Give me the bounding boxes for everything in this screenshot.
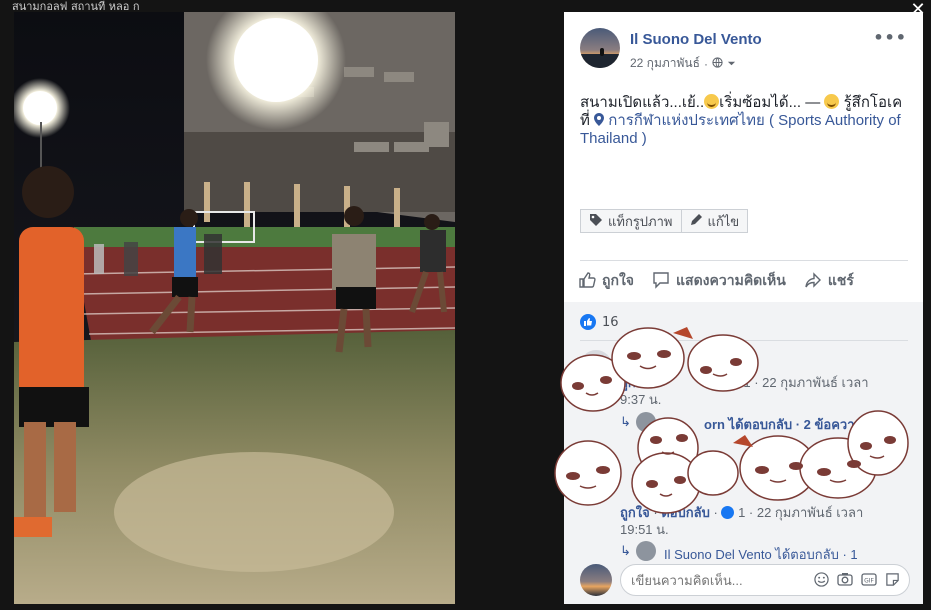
action-bar: ถูกใจ แสดงความคิดเห็น แชร์ xyxy=(578,270,854,292)
comment-like-count: 1 xyxy=(743,375,751,390)
my-avatar xyxy=(580,564,612,596)
comment-time-cont: 9:37 น. xyxy=(620,392,662,407)
meta-separator: · xyxy=(703,56,708,71)
stadium-photo xyxy=(14,12,455,604)
location-pin-icon xyxy=(594,112,608,129)
post-panel: Il Suono Del Vento 22 กุมภาพันธ์ · ••• ส… xyxy=(564,12,923,604)
comment-like-link[interactable]: ถูกใจ xyxy=(620,375,650,390)
comment-time[interactable]: 22 กุมภาพันธ์ เวลา xyxy=(757,505,863,520)
feeling-emoji-icon xyxy=(824,94,840,109)
location-link[interactable]: การกีฬาแห่งประเทศไทย ( Sports Authority … xyxy=(580,112,901,147)
privacy-dropdown-icon[interactable] xyxy=(727,57,736,71)
reactions-summary[interactable]: 16 xyxy=(580,314,619,330)
globe-icon[interactable] xyxy=(712,56,723,71)
comment-time[interactable]: 22 กุมภาพันธ์ เวลา xyxy=(762,375,868,390)
replier-avatar xyxy=(636,412,656,432)
like-reaction-icon xyxy=(580,314,596,330)
post-photo xyxy=(14,12,455,604)
replier-avatar xyxy=(636,541,656,561)
share-label: แชร์ xyxy=(827,272,854,288)
svg-text:GIF: GIF xyxy=(864,578,874,585)
like-button[interactable]: ถูกใจ xyxy=(578,270,634,292)
reply-arrow-icon: ↳ xyxy=(620,415,631,430)
author-name[interactable]: Il Suono Del Vento xyxy=(630,31,762,48)
reply-arrow-icon: ↳ xyxy=(620,544,631,559)
comment-like-count: 1 xyxy=(738,505,746,520)
share-icon xyxy=(804,271,822,292)
like-reaction-icon xyxy=(721,506,735,519)
post-text-part1: สนามเปิดแล้ว...เย้.. xyxy=(580,94,705,111)
author-avatar[interactable] xyxy=(580,28,620,68)
post-text: สนามเปิดแล้ว...เย้.. เริ่มซ้อมได้... — รู… xyxy=(580,94,910,148)
post-date[interactable]: 22 กุมภาพันธ์ xyxy=(630,54,700,73)
gif-icon[interactable]: GIF xyxy=(861,572,877,591)
reaction-count: 16 xyxy=(602,314,619,330)
camera-icon[interactable] xyxy=(837,572,853,591)
comment-icon xyxy=(652,271,670,292)
like-label: ถูกใจ xyxy=(602,272,634,288)
divider xyxy=(580,260,908,261)
share-button[interactable]: แชร์ xyxy=(804,270,854,292)
tag-icon xyxy=(589,213,603,230)
comment-button[interactable]: แสดงความคิดเห็น xyxy=(652,270,786,292)
photo-tools: แท็กรูปภาพ แก้ไข xyxy=(580,209,749,233)
edit-button[interactable]: แก้ไข xyxy=(681,209,749,233)
tag-photo-label: แท็กรูปภาพ xyxy=(608,213,673,229)
edit-label: แก้ไข xyxy=(707,213,740,229)
commenter-avatar[interactable] xyxy=(580,350,612,382)
tag-photo-button[interactable]: แท็กรูปภาพ xyxy=(580,209,682,233)
commenter-avatar[interactable] xyxy=(580,460,612,492)
post-meta: 22 กุมภาพันธ์ · xyxy=(630,54,736,73)
comment-label: แสดงความคิดเห็น xyxy=(676,272,786,288)
pencil-icon xyxy=(690,213,703,229)
divider xyxy=(580,340,908,341)
comment-time-cont: 19:51 น. xyxy=(620,522,669,537)
sticker-icon[interactable] xyxy=(885,572,900,591)
view-replies-link[interactable]: orn ได้ตอบกลับ · 2 ข้อความตอบ xyxy=(704,414,888,435)
comments-section: 16 ถูกใจ 1 · 22 กุมภาพันธ์ เวลา 9:37 น. … xyxy=(564,302,923,604)
post-text-part2: เริ่มซ้อมได้... — xyxy=(719,94,825,111)
post-header: Il Suono Del Vento 22 กุมภาพันธ์ · ••• xyxy=(564,12,923,74)
thumbs-up-icon xyxy=(578,271,596,292)
emoji-icon[interactable] xyxy=(814,572,829,591)
smile-emoji-icon xyxy=(704,94,720,109)
more-options-button[interactable]: ••• xyxy=(873,28,907,47)
comment-like-link[interactable]: ถูกใจ xyxy=(620,505,650,520)
comment-composer: GIF xyxy=(580,562,910,596)
comment-reply-link[interactable]: ตอบกลับ xyxy=(661,505,710,520)
composer-icons: GIF xyxy=(814,572,900,591)
